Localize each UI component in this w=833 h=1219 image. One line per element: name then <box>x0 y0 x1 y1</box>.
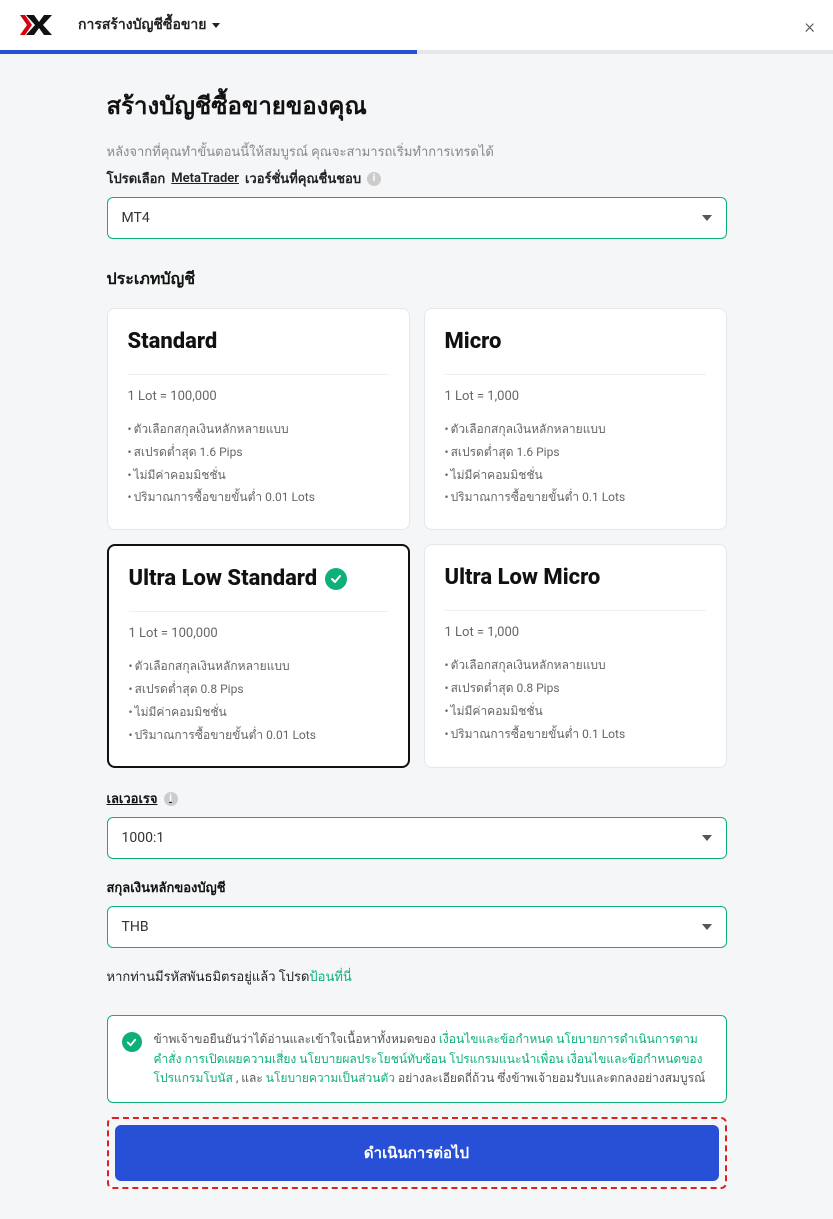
platform-select[interactable]: MT4 <box>107 197 727 239</box>
chevron-down-icon <box>212 23 220 28</box>
currency-label: สกุลเงินหลักของบัญชี <box>107 877 727 898</box>
card-lot: 1 Lot = 1,000 <box>445 389 706 404</box>
header-title-text: การสร้างบัญชีซื้อขาย <box>78 14 206 36</box>
account-card-standard[interactable]: Standard 1 Lot = 100,000 ตัวเลือกสกุลเงิ… <box>107 308 410 530</box>
info-icon[interactable]: i <box>164 792 178 806</box>
continue-button[interactable]: ดำเนินการต่อไป <box>115 1125 719 1181</box>
card-lot: 1 Lot = 100,000 <box>128 389 389 404</box>
consent-checkbox[interactable] <box>122 1032 142 1052</box>
check-icon <box>325 568 347 590</box>
chevron-down-icon <box>702 835 712 841</box>
app-header: การสร้างบัญชีซื้อขาย × <box>0 0 833 50</box>
leverage-label: เลเวอเรจ i <box>107 788 178 809</box>
page-subtitle: หลังจากที่คุณทำขั้นตอนนี้ให้สมบูรณ์ คุณจ… <box>107 141 727 162</box>
currency-value: THB <box>122 919 149 935</box>
referral-program-link[interactable]: โปรแกรมแนะนำเพื่อน <box>449 1052 564 1066</box>
continue-highlight: ดำเนินการต่อไป <box>107 1117 727 1189</box>
currency-select[interactable]: THB <box>107 906 727 948</box>
account-type-heading: ประเภทบัญชี <box>107 267 727 292</box>
leverage-select[interactable]: 1000:1 <box>107 817 727 859</box>
chevron-down-icon <box>702 924 712 930</box>
card-features: ตัวเลือกสกุลเงินหลักหลายแบบ สเปรดต่ำสุด … <box>445 418 706 509</box>
page-heading: สร้างบัญชีซื้อขายของคุณ <box>107 86 727 125</box>
terms-link[interactable]: เงื่อนไขและข้อกำหนด <box>439 1032 553 1046</box>
platform-value: MT4 <box>122 210 150 226</box>
partner-code-text: หากท่านมีรหัสพันธมิตรอยู่แล้ว โปรดป้อนที… <box>107 966 727 987</box>
card-lot: 1 Lot = 100,000 <box>129 626 388 641</box>
conflict-policy-link[interactable]: นโยบายผลประโยชน์ทับซ้อน <box>299 1052 446 1066</box>
progress-bar <box>0 50 833 54</box>
card-features: ตัวเลือกสกุลเงินหลักหลายแบบ สเปรดต่ำสุด … <box>129 655 388 746</box>
card-features: ตัวเลือกสกุลเงินหลักหลายแบบ สเปรดต่ำสุด … <box>445 654 706 745</box>
account-type-cards: Standard 1 Lot = 100,000 ตัวเลือกสกุลเงิ… <box>107 308 727 768</box>
leverage-value: 1000:1 <box>122 830 165 846</box>
card-title: Ultra Low Micro <box>445 565 706 590</box>
consent-box[interactable]: ข้าพเจ้าขอยืนยันว่าได้อ่านและเข้าใจเนื้อ… <box>107 1015 727 1103</box>
card-title: Ultra Low Standard <box>129 566 388 591</box>
privacy-policy-link[interactable]: นโยบายความเป็นส่วนตัว <box>266 1071 395 1085</box>
account-card-ultralow-micro[interactable]: Ultra Low Micro 1 Lot = 1,000 ตัวเลือกสก… <box>424 544 727 768</box>
card-title: Micro <box>445 329 706 354</box>
risk-disclosure-link[interactable]: การเปิดเผยความเสี่ยง <box>184 1052 296 1066</box>
card-features: ตัวเลือกสกุลเงินหลักหลายแบบ สเปรดต่ำสุด … <box>128 418 389 509</box>
brand-logo <box>20 15 58 35</box>
progress-fill <box>0 50 417 54</box>
account-card-micro[interactable]: Micro 1 Lot = 1,000 ตัวเลือกสกุลเงินหลัก… <box>424 308 727 530</box>
card-title: Standard <box>128 329 389 354</box>
partner-code-link[interactable]: ป้อนที่นี่ <box>309 970 351 985</box>
header-title-dropdown[interactable]: การสร้างบัญชีซื้อขาย <box>78 14 220 36</box>
platform-label: โปรดเลือก MetaTrader เวอร์ชั่นที่คุณชื่น… <box>107 168 727 189</box>
chevron-down-icon <box>702 215 712 221</box>
consent-text: ข้าพเจ้าขอยืนยันว่าได้อ่านและเข้าใจเนื้อ… <box>154 1030 712 1088</box>
card-lot: 1 Lot = 1,000 <box>445 625 706 640</box>
info-icon[interactable]: i <box>367 172 381 186</box>
account-card-ultralow-standard[interactable]: Ultra Low Standard 1 Lot = 100,000 ตัวเล… <box>107 544 410 768</box>
close-icon[interactable]: × <box>805 14 815 38</box>
